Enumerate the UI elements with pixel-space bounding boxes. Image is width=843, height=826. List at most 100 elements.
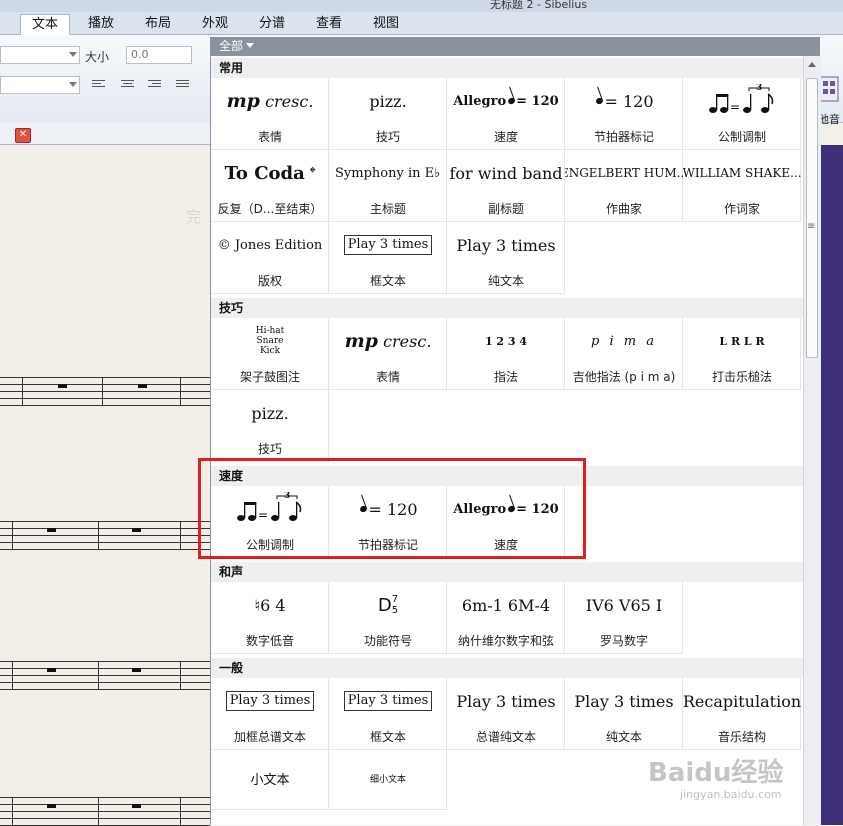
gallery-filter[interactable]: 全部 xyxy=(211,37,820,56)
gallery-item-plain-text[interactable]: Play 3 times 纯文本 xyxy=(565,678,683,750)
ghost-title: 完 xyxy=(186,208,202,226)
tab-layout[interactable]: 布局 xyxy=(137,14,179,34)
gallery-item-metronome[interactable]: = 120 节拍器标记 xyxy=(329,486,447,558)
quarter-note-icon xyxy=(359,504,369,514)
item-caption: 吉他指法 (p i m a) xyxy=(572,370,676,384)
gallery-item-guitar-fingering[interactable]: p i m a 吉他指法 (p i m a) xyxy=(565,318,683,390)
quarter-note-icon xyxy=(595,96,605,106)
svg-text:3: 3 xyxy=(756,84,762,93)
item-caption: 节拍器标记 xyxy=(357,538,418,552)
gallery-item-technique[interactable]: pizz. 技巧 xyxy=(211,390,329,462)
tab-parts[interactable]: 分谱 xyxy=(251,14,293,34)
gallery-item-rehearsal-structure[interactable]: Recapitulation 音乐结构 xyxy=(683,678,801,750)
scroll-up-icon[interactable] xyxy=(808,62,816,67)
style-combo[interactable] xyxy=(0,76,80,94)
gallery-item-metronome[interactable]: = 120 节拍器标记 xyxy=(565,78,683,150)
gallery-item-plain-text[interactable]: Play 3 times 纯文本 xyxy=(447,222,565,294)
size-label: 大小 xyxy=(85,50,110,64)
item-caption: 框文本 xyxy=(369,274,406,288)
tab-playback[interactable]: 播放 xyxy=(80,14,122,34)
align-right-icon[interactable] xyxy=(148,80,161,90)
section-harmony: 和声 xyxy=(211,562,803,582)
chevron-down-icon xyxy=(69,82,77,87)
gallery-item-lyricist[interactable]: WILLIAM SHAKE... 作词家 xyxy=(683,150,801,222)
align-left-icon[interactable] xyxy=(92,80,105,90)
scroll-thumb[interactable] xyxy=(806,78,818,358)
item-caption: 总谱纯文本 xyxy=(475,730,536,744)
gallery-item-repeat[interactable]: To Coda 𝄌 反复（D...至结束） xyxy=(211,150,329,222)
close-icon[interactable]: ✕ xyxy=(15,128,31,143)
tab-text[interactable]: 文本 xyxy=(20,14,70,36)
gallery-item-boxed-score-text[interactable]: Play 3 times 加框总谱文本 xyxy=(211,678,329,750)
item-caption: 架子鼓图注 xyxy=(239,370,300,384)
other-staff-button[interactable]: 他音 xyxy=(818,75,843,135)
svg-text:3: 3 xyxy=(284,492,290,501)
gallery-item-tempo[interactable]: Allegro = 120 速度 xyxy=(447,486,565,558)
gallery-item-copyright[interactable]: © Jones Edition 版权 xyxy=(211,222,329,294)
gallery-item-drum-legend[interactable]: Hi-hat Snare Kick 架子鼓图注 xyxy=(211,318,329,390)
staff-system[interactable] xyxy=(0,797,210,826)
metric-modulation-icon: = 3 xyxy=(211,486,329,532)
tab-appearance[interactable]: 外观 xyxy=(194,14,236,34)
item-caption: 加框总谱文本 xyxy=(233,730,306,744)
staff-grid-icon xyxy=(819,76,839,102)
align-center-icon[interactable] xyxy=(121,80,134,90)
gallery-item-expression[interactable]: mp cresc. 表情 xyxy=(329,318,447,390)
gallery-item-function-symbol[interactable]: D75 功能符号 xyxy=(329,582,447,654)
item-caption: 功能符号 xyxy=(363,634,412,648)
gallery-item-metric-modulation[interactable]: = 3 公制调制 xyxy=(683,78,801,150)
gallery-scrollbar[interactable]: ≡ xyxy=(803,56,821,825)
gallery-item-tempo[interactable]: Allegro = 120 速度 xyxy=(447,78,565,150)
item-caption: 反复（D...至结束） xyxy=(217,202,323,216)
chevron-down-icon xyxy=(69,52,77,57)
ribbon-tabs: 文本 播放 布局 外观 分谱 查看 视图 xyxy=(0,12,843,36)
svg-text:=: = xyxy=(730,100,740,114)
size-spinner[interactable]: 0.0 xyxy=(126,46,192,64)
align-justify-icon[interactable] xyxy=(176,80,189,90)
item-caption: 罗马数字 xyxy=(599,634,648,648)
item-caption: 纯文本 xyxy=(487,274,524,288)
staff-system[interactable] xyxy=(0,377,210,406)
tab-review[interactable]: 查看 xyxy=(308,14,350,34)
text-style-gallery: 全部 常用 mp cresc. 表情 pizz. 技巧 Allegro = 120… xyxy=(210,37,821,825)
item-caption: 音乐结构 xyxy=(717,730,766,744)
item-caption: 框文本 xyxy=(369,730,406,744)
quarter-note-icon xyxy=(507,96,516,106)
filter-label: 全部 xyxy=(219,39,244,53)
staff-system[interactable] xyxy=(0,661,210,690)
section-technique: 技巧 xyxy=(211,298,803,318)
gallery-item-composer[interactable]: ENGELBERT HUM... 作曲家 xyxy=(565,150,683,222)
gallery-item-tiny-text[interactable]: 细小文本 xyxy=(329,750,447,810)
gallery-item-small-text[interactable]: 小文本 xyxy=(211,750,329,810)
item-caption: 作曲家 xyxy=(605,202,642,216)
item-caption: 表情 xyxy=(375,370,400,384)
gallery-item-title[interactable]: Symphony in E♭ 主标题 xyxy=(329,150,447,222)
font-combo[interactable] xyxy=(0,46,80,64)
gallery-item-figured-bass[interactable]: ♮6 4 数字低音 xyxy=(211,582,329,654)
gallery-item-plain-score-text[interactable]: Play 3 times 总谱纯文本 xyxy=(447,678,565,750)
gallery-item-technique[interactable]: pizz. 技巧 xyxy=(329,78,447,150)
gallery-item-metric-modulation[interactable]: = 3 公制调制 xyxy=(211,486,329,558)
item-caption: 纯文本 xyxy=(605,730,642,744)
gallery-item-roman-numerals[interactable]: IV6 V65 I 罗马数字 xyxy=(565,582,683,654)
chevron-down-icon xyxy=(246,43,255,48)
gallery-item-boxed-text[interactable]: Play 3 times 框文本 xyxy=(329,678,447,750)
item-caption: 公制调制 xyxy=(717,130,766,144)
item-caption: 打击乐槌法 xyxy=(711,370,772,384)
gallery-item-fingering[interactable]: 1 2 3 4 指法 xyxy=(447,318,565,390)
item-caption: 版权 xyxy=(257,274,282,288)
item-caption: 节拍器标记 xyxy=(593,130,654,144)
gallery-item-sticking[interactable]: L R L R 打击乐槌法 xyxy=(683,318,801,390)
item-caption: 速度 xyxy=(493,538,518,552)
gallery-item-subtitle[interactable]: for wind band 副标题 xyxy=(447,150,565,222)
item-caption: 指法 xyxy=(493,370,518,384)
tab-view[interactable]: 视图 xyxy=(365,14,407,34)
gallery-item-boxed-text[interactable]: Play 3 times 框文本 xyxy=(329,222,447,294)
watermark-url: jingyan.baidu.com xyxy=(680,788,782,801)
staff-system[interactable] xyxy=(0,521,210,550)
item-caption: 表情 xyxy=(257,130,282,144)
metric-modulation-icon: = 3 xyxy=(683,78,801,124)
gallery-item-expression[interactable]: mp cresc. 表情 xyxy=(211,78,329,150)
section-tempo: 速度 xyxy=(211,466,803,486)
gallery-item-nashville[interactable]: 6m-1 6M-4 纳什维尔数字和弦 xyxy=(447,582,565,654)
